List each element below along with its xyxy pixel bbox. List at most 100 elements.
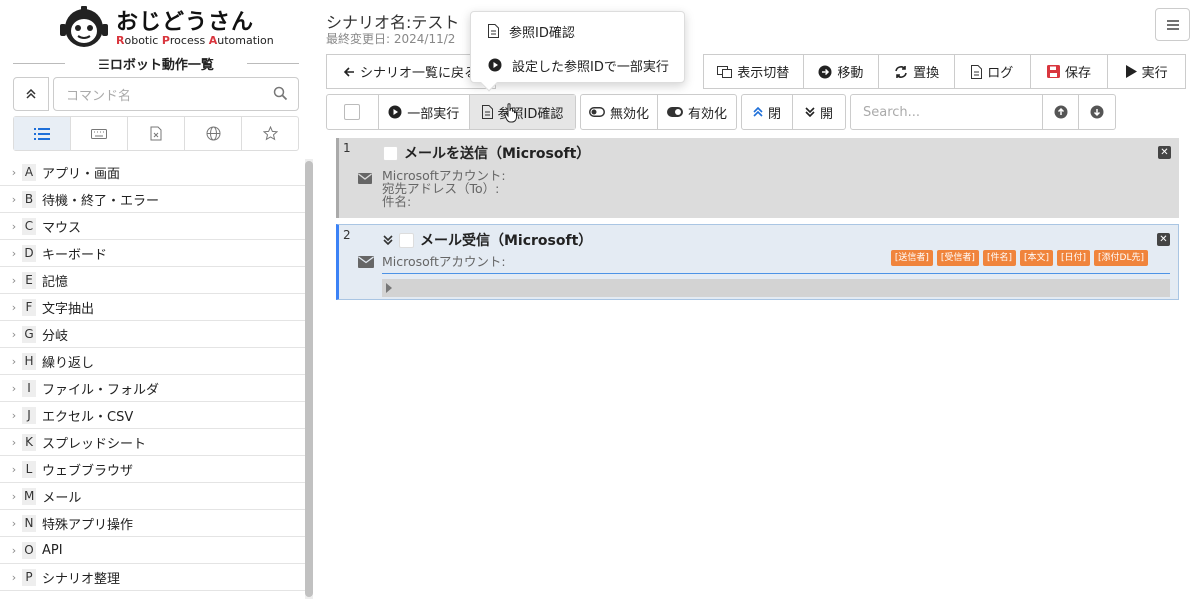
collapse-steps-button[interactable]: 閉 <box>742 95 794 129</box>
ref-id-check-button[interactable]: 参照ID確認 <box>469 95 575 129</box>
step-search-input[interactable]: Search... <box>851 95 1043 129</box>
hamburger-menu-button[interactable] <box>1155 8 1190 41</box>
run-button[interactable]: 実行 <box>1108 55 1185 88</box>
sidebar-category-item[interactable]: › N 特殊アプリ操作 <box>0 510 305 537</box>
sidebar-category-item[interactable]: › K スプレッドシート <box>0 429 305 456</box>
sidebar-category-item[interactable]: › L ウェブブラウザ <box>0 456 305 483</box>
sidebar-category-item[interactable]: › D キーボード <box>0 240 305 267</box>
move-button[interactable]: 移動 <box>804 55 880 88</box>
tab-file[interactable] <box>128 117 185 150</box>
sidebar-category-item[interactable]: › M メール <box>0 483 305 510</box>
category-label: ファイル・フォルダ <box>42 382 160 398</box>
file-text-icon <box>971 64 983 79</box>
variable-tag[interactable]: [件名] <box>982 250 1016 266</box>
step-checkbox[interactable] <box>399 232 414 248</box>
caret-right-icon <box>386 283 392 293</box>
sidebar-category-item[interactable]: › A アプリ・画面 <box>0 159 305 186</box>
chevron-right-icon: › <box>11 570 17 584</box>
double-chevron-up-icon <box>753 107 763 117</box>
display-toggle-icon <box>717 65 733 78</box>
partial-run-button[interactable]: 一部実行 <box>379 95 470 129</box>
replace-button[interactable]: 置換 <box>879 55 955 88</box>
sidebar-category-item[interactable]: › E 記憶 <box>0 267 305 294</box>
expand-details-bar[interactable] <box>382 279 1170 297</box>
chevron-right-icon: › <box>11 219 17 233</box>
variable-tag[interactable]: [日付] <box>1057 250 1091 266</box>
variable-tag[interactable]: [受信者] <box>936 250 979 266</box>
scrollbar-thumb[interactable] <box>305 161 313 597</box>
brand-name: おじどうさん <box>116 10 255 35</box>
category-label: 記憶 <box>42 274 69 290</box>
save-button[interactable]: 保存 <box>1031 55 1109 88</box>
sidebar-category-item[interactable]: › C マウス <box>0 213 305 240</box>
chevron-right-icon: › <box>11 300 17 314</box>
step-title: メール受信（Microsoft） <box>383 230 592 250</box>
sidebar-category-item[interactable]: › B 待機・終了・エラー <box>0 186 305 213</box>
select-run-toolbar: 一部実行 参照ID確認 <box>326 94 576 130</box>
search-next-button[interactable] <box>1079 95 1115 129</box>
search-prev-button[interactable] <box>1043 95 1079 129</box>
sidebar-category-item[interactable]: › P シナリオ整理 <box>0 564 305 591</box>
sidebar-title: ☰ロボット動作一覧 <box>13 54 299 73</box>
collapse-all-button[interactable] <box>13 77 49 111</box>
double-chevron-down-icon[interactable] <box>383 235 393 245</box>
variable-tag[interactable]: [送信者] <box>890 250 933 266</box>
sidebar-tabs <box>13 116 299 151</box>
select-all-checkbox[interactable] <box>327 95 379 129</box>
arrow-down-circle-icon <box>1090 105 1104 119</box>
sidebar-category-item[interactable]: › H 繰り返し <box>0 348 305 375</box>
step-field-label: 件名: <box>382 194 412 209</box>
category-letter: B <box>22 190 36 208</box>
checkbox[interactable] <box>344 104 361 120</box>
tab-web[interactable] <box>185 117 242 150</box>
category-letter: E <box>22 271 36 289</box>
arrow-up-circle-icon <box>1054 105 1067 119</box>
brand-logo[interactable]: おじどうさん Robotic Process Automation <box>58 4 274 48</box>
category-letter: J <box>22 406 36 424</box>
tab-favorites[interactable] <box>242 117 298 150</box>
sidebar-category-item[interactable]: › I ファイル・フォルダ <box>0 375 305 402</box>
chevron-right-icon: › <box>11 435 17 449</box>
variable-tag[interactable]: [添付DL先] <box>1094 250 1148 266</box>
dropdown-item-partial-run-by-ref[interactable]: 設定した参照IDで一部実行 <box>471 48 684 82</box>
expand-steps-button[interactable]: 開 <box>793 95 845 129</box>
envelope-icon <box>358 256 374 268</box>
step-block[interactable]: 1 メールを送信（Microsoft） ✕ Microsoftアカウント: 宛先… <box>336 138 1179 218</box>
chevron-right-icon: › <box>11 543 17 557</box>
category-label: 特殊アプリ操作 <box>42 517 134 533</box>
tab-list[interactable] <box>14 117 71 150</box>
close-icon[interactable]: ✕ <box>1158 146 1171 159</box>
variable-tag[interactable]: [本文] <box>1019 250 1053 266</box>
category-letter: L <box>22 460 36 478</box>
sidebar-category-item[interactable]: › G 分岐 <box>0 321 305 348</box>
close-icon[interactable]: ✕ <box>1157 233 1170 246</box>
step-checkbox[interactable] <box>383 145 398 161</box>
step-search: Search... <box>850 94 1116 130</box>
robot-face-icon <box>60 6 108 47</box>
category-letter: M <box>22 487 37 505</box>
category-list: › A アプリ・画面 › B 待機・終了・エラー › C マウス › D キーボード › E 記憶 › F 文字抽… <box>0 159 305 591</box>
category-label: シナリオ整理 <box>42 571 121 587</box>
category-letter: C <box>22 217 36 235</box>
category-label: 待機・終了・エラー <box>42 193 160 209</box>
globe-icon <box>206 126 220 141</box>
sidebar-category-item[interactable]: › J エクセル・CSV <box>0 402 305 429</box>
category-label: メール <box>42 490 82 506</box>
command-search-input[interactable]: コマンド名 <box>53 77 299 111</box>
category-letter: N <box>22 514 36 532</box>
sidebar-category-item[interactable]: › O API <box>0 537 305 564</box>
display-toggle-button[interactable]: 表示切替 <box>704 55 804 88</box>
chevron-right-icon: › <box>11 273 17 287</box>
step-block-selected[interactable]: 2 メール受信（Microsoft） ✕ Microsoftアカウント: [送信… <box>336 224 1179 300</box>
chevron-right-icon: › <box>11 165 17 179</box>
double-chevron-down-icon <box>805 107 815 117</box>
log-button[interactable]: ログ <box>955 55 1031 88</box>
search-icon[interactable] <box>273 86 288 101</box>
enable-button[interactable]: 有効化 <box>658 95 736 129</box>
tab-keyboard[interactable] <box>71 117 128 150</box>
dropdown-item-ref-id-check[interactable]: 参照ID確認 <box>471 14 684 48</box>
category-letter: I <box>22 379 36 397</box>
sidebar-scrollbar[interactable] <box>305 159 313 599</box>
sidebar-category-item[interactable]: › F 文字抽出 <box>0 294 305 321</box>
disable-button[interactable]: 無効化 <box>581 95 659 129</box>
